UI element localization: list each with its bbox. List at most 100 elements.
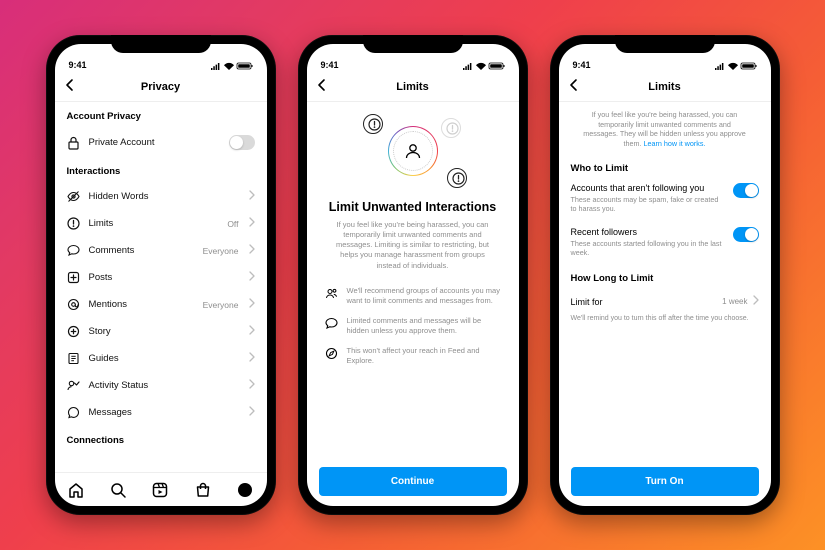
- tab-shop[interactable]: [194, 481, 212, 499]
- row-posts[interactable]: Posts: [55, 264, 267, 291]
- story-icon: [67, 325, 80, 338]
- comment-icon: [67, 244, 80, 257]
- option-title: Accounts that aren't following you: [571, 183, 725, 193]
- notch: [363, 35, 463, 53]
- back-button[interactable]: [317, 78, 327, 96]
- battery-icon: [489, 62, 505, 70]
- chevron-right-icon: [248, 352, 255, 365]
- option-subtitle: These accounts started following you in …: [571, 239, 725, 258]
- page-title: Limits: [559, 81, 771, 93]
- signal-icon: [211, 62, 221, 70]
- bullet-item: Limited comments and messages will be hi…: [307, 311, 519, 341]
- row-limits[interactable]: Limits Off: [55, 210, 267, 237]
- row-label: Limits: [89, 218, 219, 229]
- page-title: Privacy: [55, 81, 267, 93]
- learn-how-link[interactable]: Learn how it works.: [644, 139, 706, 148]
- status-time: 9:41: [573, 60, 591, 70]
- limits-intro: If you feel like you're being harassed, …: [559, 102, 771, 155]
- lock-icon: [67, 136, 80, 149]
- phone-limits-config: 9:41 Limits If you feel like you're bein…: [550, 35, 780, 515]
- duration-hint: We'll remind you to turn this off after …: [559, 315, 771, 322]
- row-private-account[interactable]: Private Account: [55, 128, 267, 157]
- limits-body: If you feel like you're being harassed, …: [307, 220, 519, 281]
- phone-privacy: 9:41 Privacy Account Privacy Private Acc…: [46, 35, 276, 515]
- bullet-item: We'll recommend groups of accounts you m…: [307, 281, 519, 311]
- row-comments[interactable]: Comments Everyone: [55, 237, 267, 264]
- row-hidden-words[interactable]: Hidden Words: [55, 183, 267, 210]
- section-header-duration: How Long to Limit: [559, 265, 771, 288]
- option-subtitle: These accounts may be spam, fake or crea…: [571, 195, 725, 214]
- row-story[interactable]: Story: [55, 318, 267, 345]
- chevron-right-icon: [248, 217, 255, 230]
- turn-on-button[interactable]: Turn On: [571, 467, 759, 496]
- chevron-right-icon: [248, 271, 255, 284]
- row-label: Story: [89, 326, 239, 337]
- section-header-connections: Connections: [55, 426, 267, 452]
- tab-search[interactable]: [109, 481, 127, 499]
- row-value: Everyone: [203, 300, 239, 310]
- page-title: Limits: [307, 81, 519, 93]
- back-button[interactable]: [65, 78, 75, 96]
- status-time: 9:41: [321, 60, 339, 70]
- option-toggle[interactable]: [733, 227, 759, 242]
- tab-home[interactable]: [67, 481, 85, 499]
- section-header-interactions: Interactions: [55, 157, 267, 183]
- signal-icon: [715, 62, 725, 70]
- plus-square-icon: [67, 271, 80, 284]
- option-toggle[interactable]: [733, 183, 759, 198]
- battery-icon: [237, 62, 253, 70]
- tab-reels[interactable]: [151, 481, 169, 499]
- option-title: Recent followers: [571, 227, 725, 237]
- row-label: Posts: [89, 272, 239, 283]
- activity-icon: [67, 379, 80, 392]
- bullet-text: This won't affect your reach in Feed and…: [347, 346, 501, 366]
- private-account-toggle[interactable]: [229, 135, 255, 150]
- chevron-right-icon: [248, 190, 255, 203]
- row-value: Off: [227, 219, 238, 229]
- tab-profile[interactable]: [236, 481, 254, 499]
- option-not-following[interactable]: Accounts that aren't following you These…: [559, 178, 771, 222]
- notch: [111, 35, 211, 53]
- row-label: Hidden Words: [89, 191, 239, 202]
- chevron-right-icon: [752, 295, 759, 308]
- alert-circle-icon: [67, 217, 80, 230]
- chevron-right-icon: [248, 298, 255, 311]
- back-button[interactable]: [569, 78, 579, 96]
- alert-bubble-icon: [441, 118, 461, 138]
- row-value: 1 week: [722, 297, 747, 306]
- row-label: Limit for: [571, 297, 723, 307]
- phone-limits-intro: 9:41 Limits Limit Unwanted Interactions …: [298, 35, 528, 515]
- at-icon: [67, 298, 80, 311]
- messages-icon: [67, 406, 80, 419]
- row-label: Activity Status: [89, 380, 239, 391]
- status-time: 9:41: [69, 60, 87, 70]
- wifi-icon: [224, 62, 234, 70]
- notch: [615, 35, 715, 53]
- section-header-who: Who to Limit: [559, 155, 771, 178]
- row-messages[interactable]: Messages: [55, 399, 267, 426]
- row-label: Comments: [89, 245, 194, 256]
- eye-off-icon: [67, 190, 80, 203]
- nav-bar: Limits: [307, 72, 519, 102]
- group-icon: [325, 286, 339, 306]
- bullet-text: We'll recommend groups of accounts you m…: [347, 286, 501, 306]
- bullet-text: Limited comments and messages will be hi…: [347, 316, 501, 336]
- battery-icon: [741, 62, 757, 70]
- option-recent-followers[interactable]: Recent followers These accounts started …: [559, 222, 771, 266]
- bullet-item: This won't affect your reach in Feed and…: [307, 341, 519, 371]
- row-mentions[interactable]: Mentions Everyone: [55, 291, 267, 318]
- row-value: Everyone: [203, 246, 239, 256]
- speech-icon: [325, 316, 339, 336]
- row-limit-for[interactable]: Limit for 1 week: [559, 288, 771, 315]
- chevron-right-icon: [248, 406, 255, 419]
- row-label: Guides: [89, 353, 239, 364]
- compass-icon: [325, 346, 339, 366]
- section-header-account-privacy: Account Privacy: [55, 102, 267, 128]
- user-icon: [393, 131, 433, 171]
- tab-bar: [55, 472, 267, 506]
- row-guides[interactable]: Guides: [55, 345, 267, 372]
- wifi-icon: [728, 62, 738, 70]
- row-activity-status[interactable]: Activity Status: [55, 372, 267, 399]
- alert-bubble-icon: [363, 114, 383, 134]
- continue-button[interactable]: Continue: [319, 467, 507, 496]
